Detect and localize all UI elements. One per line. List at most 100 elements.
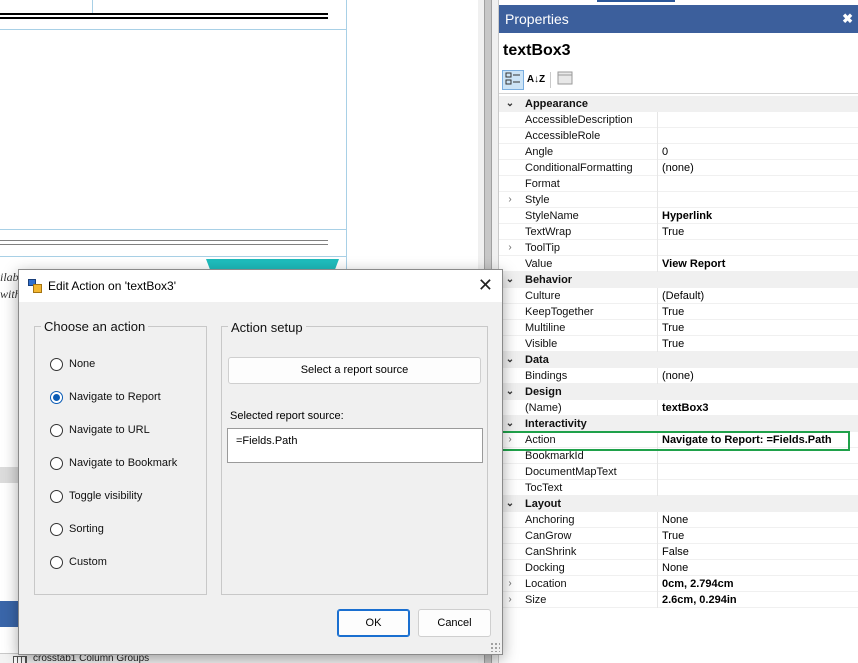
property-value[interactable] [657,448,858,464]
property-row[interactable]: › Style [499,192,858,208]
property-value[interactable]: True [657,304,858,320]
property-value[interactable] [657,464,858,480]
row-gutter [499,144,521,160]
row-gutter [499,224,521,240]
property-row[interactable]: › ToolTip [499,240,858,256]
property-value[interactable]: None [657,512,858,528]
radio-unchecked-icon[interactable] [50,357,63,371]
cancel-button[interactable]: Cancel [418,609,491,637]
row-gutter [499,128,521,144]
property-row[interactable]: AccessibleDescription [499,112,858,128]
alphabetical-view-button[interactable]: A↓Z [525,70,547,90]
properties-title: Properties [505,11,569,27]
property-row[interactable]: AccessibleRole [499,128,858,144]
radio-unchecked-icon[interactable] [50,522,63,536]
close-icon[interactable]: ✖ [842,11,853,27]
expand-chevron-icon[interactable]: › [499,240,521,256]
property-row[interactable]: KeepTogether True [499,304,858,320]
property-row[interactable]: Format [499,176,858,192]
property-row[interactable]: Culture (Default) [499,288,858,304]
property-value[interactable]: (none) [657,160,858,176]
property-row[interactable]: BookmarkId [499,448,858,464]
property-row[interactable]: TextWrap True [499,224,858,240]
property-value[interactable]: textBox3 [657,400,858,416]
property-row[interactable]: › Size 2.6cm, 0.294in [499,592,858,608]
property-value[interactable]: False [657,544,858,560]
property-value[interactable]: None [657,560,858,576]
property-row[interactable]: Docking None [499,560,858,576]
property-row[interactable]: Value View Report [499,256,858,272]
property-value[interactable]: (Default) [657,288,858,304]
property-row[interactable]: Bindings (none) [499,368,858,384]
property-category-name: Behavior [525,274,573,286]
radio-option[interactable]: Custom [50,553,107,571]
property-value[interactable]: (none) [657,368,858,384]
property-value[interactable] [657,176,858,192]
property-row[interactable]: TocText [499,480,858,496]
property-value[interactable]: Hyperlink [657,208,858,224]
property-row[interactable]: CanShrink False [499,544,858,560]
expand-chevron-icon[interactable]: › [499,192,521,208]
selected-object-name: textBox3 [503,42,571,59]
property-category-row[interactable]: ⌄ Appearance [499,96,858,112]
radio-unchecked-icon[interactable] [50,423,63,437]
property-row[interactable]: Angle 0 [499,144,858,160]
property-value[interactable]: True [657,528,858,544]
property-row[interactable]: Anchoring None [499,512,858,528]
property-value[interactable] [657,128,858,144]
property-row[interactable]: CanGrow True [499,528,858,544]
property-value[interactable]: True [657,320,858,336]
property-value[interactable]: True [657,224,858,240]
property-category-name: Layout [525,498,562,510]
property-row[interactable]: › Action Navigate to Report: =Fields.Path [499,432,858,448]
radio-option[interactable]: Navigate to Report [50,388,161,406]
designer-section-bar [0,467,20,483]
toolbar-separator [550,72,551,88]
property-value[interactable] [657,240,858,256]
radio-option[interactable]: Toggle visibility [50,487,142,505]
property-value[interactable] [657,192,858,208]
property-row[interactable]: DocumentMapText [499,464,858,480]
property-value[interactable]: True [657,336,858,352]
property-value[interactable] [657,480,858,496]
selected-report-source-field[interactable]: =Fields.Path [227,428,483,463]
property-category-row[interactable]: ⌄ Data [499,352,858,368]
property-row[interactable]: (Name) textBox3 [499,400,858,416]
resize-grip[interactable] [490,642,500,652]
radio-unchecked-icon[interactable] [50,456,63,470]
property-category-name: Interactivity [525,418,587,430]
radio-option[interactable]: None [50,355,95,373]
property-name: DocumentMapText [525,466,617,478]
property-value[interactable]: 0 [657,144,858,160]
property-value[interactable]: Navigate to Report: =Fields.Path [657,432,858,448]
property-category-row[interactable]: ⌄ Interactivity [499,416,858,432]
report-divider-line [0,240,328,241]
property-name: BookmarkId [525,450,584,462]
close-icon[interactable]: ✕ [478,275,493,296]
property-value[interactable]: 2.6cm, 0.294in [657,592,858,608]
radio-option[interactable]: Navigate to URL [50,421,150,439]
property-category-row[interactable]: ⌄ Behavior [499,272,858,288]
property-value[interactable]: View Report [657,256,858,272]
collapse-chevron-icon[interactable]: ⌄ [499,96,521,112]
property-value[interactable] [657,112,858,128]
ok-button[interactable]: OK [337,609,410,637]
property-category-row[interactable]: ⌄ Layout [499,496,858,512]
property-row[interactable]: Multiline True [499,320,858,336]
dialog-titlebar[interactable]: Edit Action on 'textBox3' ✕ [19,270,502,302]
radio-unchecked-icon[interactable] [50,555,63,569]
categorized-view-button[interactable] [502,70,524,90]
property-row[interactable]: Visible True [499,336,858,352]
property-grid: ⌄ Appearance AccessibleDescription Accessib… [499,96,858,608]
property-pages-button[interactable] [554,70,576,90]
radio-option[interactable]: Navigate to Bookmark [50,454,177,472]
property-row[interactable]: ConditionalFormatting (none) [499,160,858,176]
select-report-source-button[interactable]: Select a report source [228,357,481,384]
property-value[interactable]: 0cm, 2.794cm [657,576,858,592]
property-row[interactable]: StyleName Hyperlink [499,208,858,224]
radio-checked-icon[interactable] [50,390,63,404]
radio-unchecked-icon[interactable] [50,489,63,503]
property-category-row[interactable]: ⌄ Design [499,384,858,400]
property-row[interactable]: › Location 0cm, 2.794cm [499,576,858,592]
radio-option[interactable]: Sorting [50,520,104,538]
